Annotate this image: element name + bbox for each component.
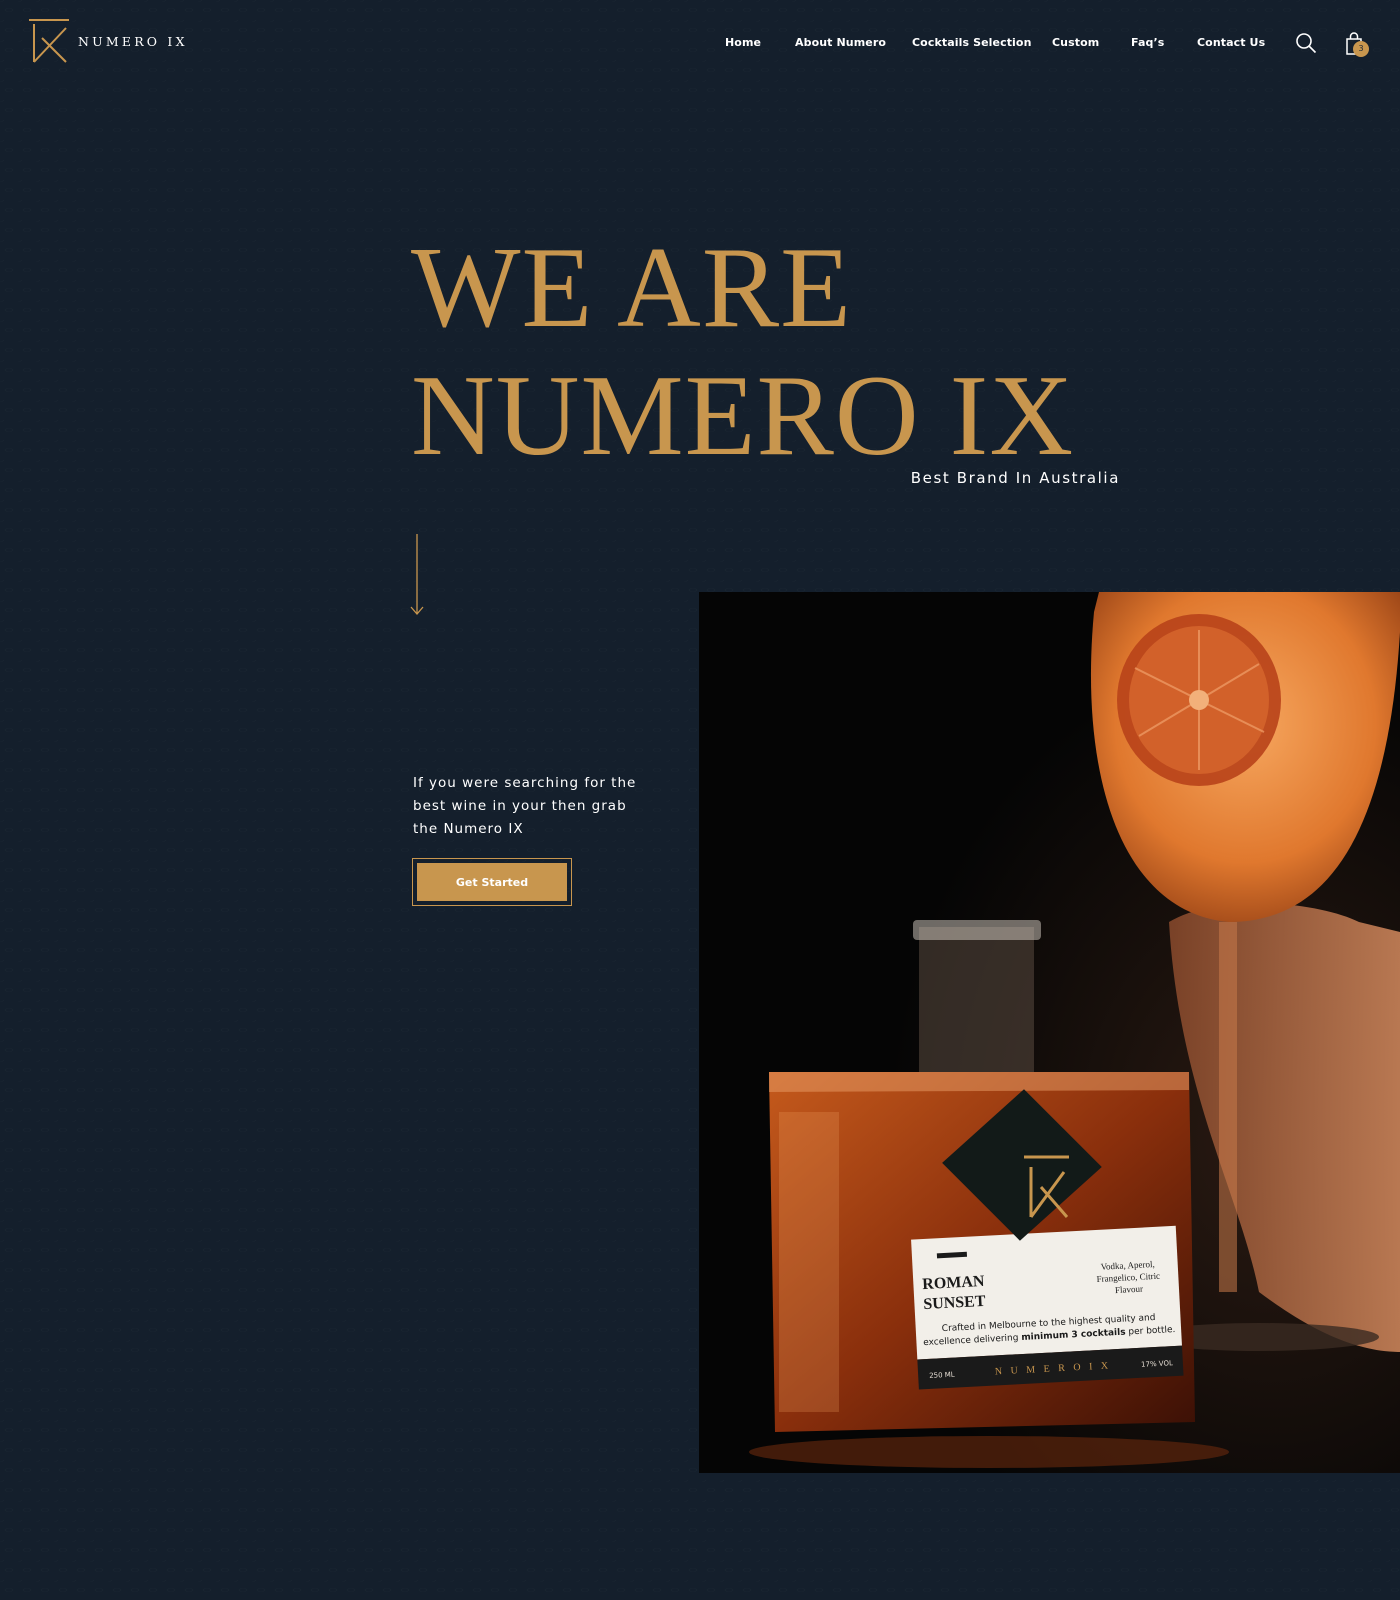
arrow-down-icon[interactable] <box>407 534 427 616</box>
nav-item-home[interactable]: Home <box>725 36 761 49</box>
cart-count-badge: 3 <box>1353 41 1369 57</box>
site-header: NUMERO IX Home About Numero Cocktails Se… <box>0 0 1400 90</box>
hero-title-line1: WE ARE <box>411 224 852 352</box>
hero-title-line2: NUMERO IX <box>411 352 1075 480</box>
cta-button-frame: Get Started <box>412 858 572 906</box>
nav-item-custom[interactable]: Custom <box>1052 36 1099 49</box>
get-started-button[interactable]: Get Started <box>417 863 567 901</box>
label-name-line2: SUNSET <box>923 1293 986 1313</box>
nav-item-about[interactable]: About Numero <box>795 36 886 49</box>
bottle-neck <box>919 927 1034 1072</box>
nav-item-contact[interactable]: Contact Us <box>1197 36 1265 49</box>
label-name-line1: ROMAN <box>922 1273 985 1293</box>
hero-tagline: Best Brand In Australia <box>910 469 1120 487</box>
hero-title: WE ARE NUMERO IX <box>411 224 1074 480</box>
label-volume: 250 ML <box>929 1371 955 1380</box>
main-nav: Home About Numero Cocktails Selection Cu… <box>0 36 1400 56</box>
product-photo: ROMAN SUNSET Vodka, Aperol, Frangelico, … <box>699 592 1400 1473</box>
hero-description: If you were searching for the best wine … <box>413 774 637 837</box>
label-abv: 17% VOL <box>1141 1359 1173 1369</box>
nav-item-faq[interactable]: Faq’s <box>1131 36 1164 49</box>
bottle-label: ROMAN SUNSET Vodka, Aperol, Frangelico, … <box>911 1225 1184 1390</box>
nav-item-cocktails[interactable]: Cocktails Selection <box>912 36 1032 49</box>
search-icon[interactable] <box>1295 32 1317 54</box>
label-ingredients-line3: Flavour <box>1115 1284 1143 1295</box>
